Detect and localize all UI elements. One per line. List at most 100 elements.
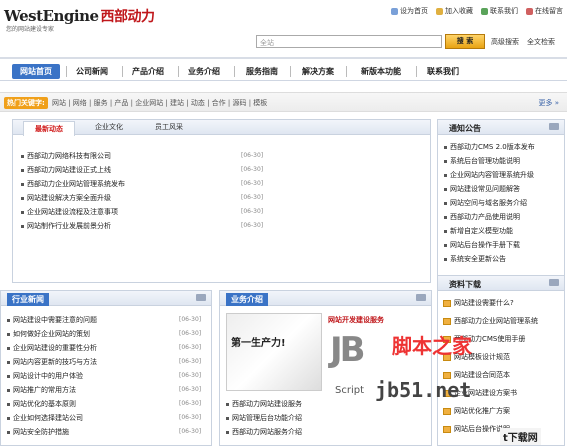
- list-item[interactable]: 企业网站内容管理系统升级: [444, 170, 562, 180]
- business-headline[interactable]: 网站开发建设服务: [328, 315, 384, 325]
- bullet-icon: [7, 332, 10, 336]
- bullet-icon: [444, 215, 447, 219]
- list-item[interactable]: 西部动力网站服务介绍: [226, 427, 302, 437]
- list-item[interactable]: 企业如何选择建站公司: [7, 413, 83, 423]
- industry-news-title: 行业新闻: [7, 293, 49, 306]
- set-home-link[interactable]: 设为首页: [391, 6, 428, 16]
- list-item[interactable]: 企业网站建设的重要性分析: [7, 343, 97, 353]
- favorite-link[interactable]: 加入收藏: [436, 6, 473, 16]
- more-icon[interactable]: [416, 294, 426, 301]
- star-icon: [436, 7, 443, 15]
- nav-contact[interactable]: 联系我们: [420, 64, 466, 79]
- list-item-date: [06-30]: [241, 180, 264, 187]
- bullet-icon: [226, 402, 229, 406]
- bullet-icon: [7, 318, 10, 322]
- home-icon: [391, 7, 398, 15]
- list-item[interactable]: 网站安全防护措施: [7, 427, 69, 437]
- bullet-icon: [21, 196, 24, 200]
- list-item-date: [06-30]: [179, 428, 202, 435]
- business-banner-image[interactable]: 第一生产力!: [226, 313, 322, 391]
- bullet-icon: [7, 430, 10, 434]
- list-item[interactable]: 西部动力网站建设正式上线: [21, 165, 111, 175]
- bullet-icon: [444, 145, 447, 149]
- list-item[interactable]: 系统后台管理功能说明: [444, 156, 562, 166]
- more-icon[interactable]: [549, 123, 559, 130]
- list-item[interactable]: 如何做好企业网站的策划: [7, 329, 90, 339]
- tab-staff[interactable]: 员工风采: [143, 120, 195, 135]
- list-item-date: [06-30]: [179, 386, 202, 393]
- bullet-icon: [444, 187, 447, 191]
- more-icon[interactable]: [549, 279, 559, 286]
- list-item[interactable]: 新增自定义模型功能: [444, 226, 562, 236]
- download-title: 资料下载: [449, 280, 481, 289]
- tab-latest[interactable]: 最新动态: [23, 121, 75, 136]
- list-item[interactable]: 网站优化的基本原则: [7, 399, 76, 409]
- more-icon[interactable]: [196, 294, 206, 301]
- business-panel: 业务介绍 第一生产力! 网站开发建设服务 西部动力网站建设服务 网站管理后台功能介…: [219, 290, 432, 446]
- hot-more-link[interactable]: 更多 »: [538, 98, 559, 108]
- bullet-icon: [7, 416, 10, 420]
- nav-products[interactable]: 产品介绍: [126, 64, 170, 79]
- list-item[interactable]: 西部动力产品使用说明: [444, 212, 562, 222]
- list-item[interactable]: 西部动力CMS 2.0版本发布: [444, 142, 562, 152]
- contact-link[interactable]: 联系我们: [481, 6, 518, 16]
- list-item-date: [06-30]: [179, 344, 202, 351]
- list-item-date: [06-30]: [241, 208, 264, 215]
- list-item[interactable]: 网站建设解决方案全面升级: [21, 193, 111, 203]
- nav-new-features[interactable]: 新版本功能: [352, 64, 410, 79]
- list-item[interactable]: 西部动力网站建设服务: [226, 399, 302, 409]
- watermark-logo: JB: [330, 330, 366, 370]
- list-item[interactable]: 西部动力企业网站管理系统发布: [21, 179, 125, 189]
- list-item[interactable]: 系统安全更新公告: [444, 254, 562, 264]
- search-button[interactable]: 搜 索: [445, 34, 485, 49]
- bullet-icon: [21, 168, 24, 172]
- watermark-url: jb51.net: [375, 378, 472, 402]
- main-nav: 网站首页 公司新闻 产品介绍 业务介绍 服务指南 解决方案 新版本功能 联系我们: [0, 57, 567, 81]
- download-item[interactable]: 西部动力企业网站管理系统: [443, 316, 563, 326]
- list-item-date: [06-30]: [241, 194, 264, 201]
- tab-culture[interactable]: 企业文化: [83, 120, 135, 135]
- nav-service-guide[interactable]: 服务指南: [240, 64, 284, 79]
- list-item[interactable]: 网站建设中需要注意的问题: [7, 315, 97, 325]
- download-item[interactable]: 网站建设需要什么?: [443, 298, 563, 308]
- bullet-icon: [7, 360, 10, 364]
- list-item[interactable]: 网站空间与域名服务介绍: [444, 198, 562, 208]
- bullet-icon: [226, 430, 229, 434]
- list-item[interactable]: 网站制作行业发展前景分析: [21, 221, 111, 231]
- list-item[interactable]: 网站设计中的用户体验: [7, 371, 83, 381]
- list-item[interactable]: 企业网站建设流程及注意事项: [21, 207, 118, 217]
- list-item[interactable]: 网站管理后台功能介绍: [226, 413, 302, 423]
- search-input[interactable]: 全站: [256, 35, 442, 48]
- list-item[interactable]: 网站后台操作手册下载: [444, 240, 562, 250]
- download-item[interactable]: 网站优化推广方案: [443, 406, 563, 416]
- list-item-date: [06-30]: [241, 152, 264, 159]
- fulltext-search-link[interactable]: 全文检索: [527, 37, 555, 47]
- download-panel: 资料下载 网站建设需要什么? 西部动力企业网站管理系统 西部动力CMS使用手册 网站模…: [437, 275, 565, 446]
- advanced-search-link[interactable]: 高级搜索: [491, 37, 519, 47]
- site-logo[interactable]: WestEngine 西部动力: [4, 6, 155, 26]
- banner-text: 第一生产力!: [231, 338, 286, 349]
- file-icon: [443, 317, 451, 325]
- watermark-corner: t下载网: [500, 428, 541, 445]
- list-item-date: [06-30]: [241, 222, 264, 229]
- bullet-icon: [21, 210, 24, 214]
- file-icon: [443, 407, 451, 415]
- hot-keywords-links[interactable]: 网站 | 网络 | 服务 | 产品 | 企业网站 | 建站 | 动态 | 合作 …: [52, 98, 267, 108]
- hot-keywords-bar: 热门关键字: 网站 | 网络 | 服务 | 产品 | 企业网站 | 建站 | 动…: [0, 92, 567, 112]
- list-item[interactable]: 网站推广的常用方法: [7, 385, 76, 395]
- notice-panel: 通知公告 西部动力CMS 2.0版本发布 系统后台管理功能说明 企业网站内容管理系统…: [437, 119, 565, 283]
- message-link[interactable]: 在线留言: [526, 6, 563, 16]
- nav-solutions[interactable]: 解决方案: [296, 64, 340, 79]
- nav-home[interactable]: 网站首页: [12, 64, 60, 79]
- top-links: 设为首页 加入收藏 联系我们 在线留言: [391, 6, 563, 16]
- bullet-icon: [444, 243, 447, 247]
- bullet-icon: [7, 374, 10, 378]
- watermark-cn: 脚本之家: [392, 334, 472, 358]
- bullet-icon: [444, 257, 447, 261]
- list-item[interactable]: 网站建设常见问题解答: [444, 184, 562, 194]
- message-icon: [526, 7, 533, 15]
- list-item[interactable]: 网站内容更新的技巧与方法: [7, 357, 97, 367]
- nav-business[interactable]: 业务介绍: [182, 64, 226, 79]
- nav-news[interactable]: 公司新闻: [70, 64, 114, 79]
- list-item[interactable]: 西部动力网络科技有限公司: [21, 151, 111, 161]
